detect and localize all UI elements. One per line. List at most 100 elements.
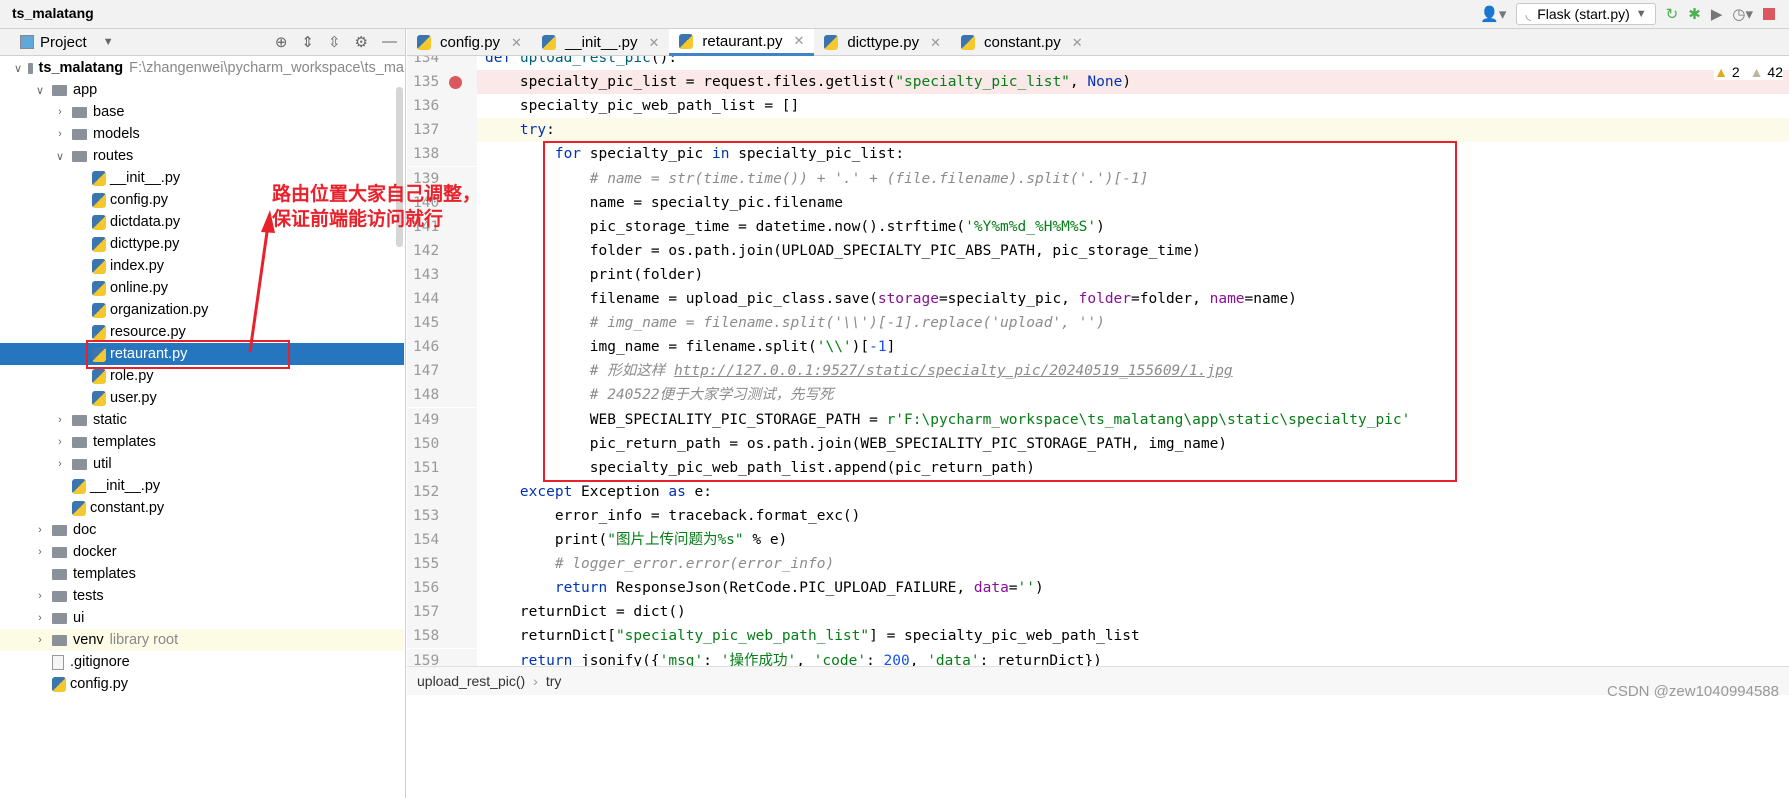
chevron-right-icon[interactable]: ›: [54, 458, 66, 470]
close-icon[interactable]: ✕: [793, 33, 804, 49]
tree-item[interactable]: › static: [0, 409, 404, 431]
user-icon[interactable]: 👤▾: [1480, 7, 1506, 22]
python-file-icon: [72, 500, 86, 516]
close-icon[interactable]: ✕: [930, 35, 941, 51]
code-token: # logger_error.error(error_info): [485, 556, 835, 573]
line-number[interactable]: 137: [407, 118, 477, 143]
code-line[interactable]: 134 def upload_rest_pic():: [407, 56, 1789, 70]
code-token: Exception: [581, 483, 669, 500]
annotation-arrow: [248, 210, 275, 353]
line-number[interactable]: 149: [407, 407, 477, 432]
close-icon[interactable]: ✕: [1072, 35, 1083, 51]
line-number[interactable]: 152: [407, 479, 477, 504]
tab-retaurantpy[interactable]: retaurant.py ✕: [669, 29, 815, 56]
line-number[interactable]: 144: [407, 287, 477, 311]
code-token: % e): [743, 532, 788, 548]
weak-warning-count[interactable]: ▲ 42: [1750, 64, 1783, 80]
tree-item[interactable]: templates: [0, 563, 404, 585]
python-file-icon: [541, 35, 556, 50]
inspection-widget[interactable]: ▲ 2 ▲ 42: [1714, 64, 1783, 80]
tree-item[interactable]: › ui: [0, 607, 404, 629]
chevron-right-icon[interactable]: ›: [34, 590, 46, 602]
line-number[interactable]: 156: [407, 576, 477, 601]
chevron-right-icon[interactable]: ›: [54, 414, 66, 426]
code-line[interactable]: 156 return ResponseJson(RetCode.PIC_UPLO…: [407, 576, 1789, 601]
tab-dicttypepy[interactable]: dicttype.py ✕: [814, 29, 951, 56]
line-number[interactable]: 145: [407, 311, 477, 336]
tree-item[interactable]: › doc: [0, 519, 404, 541]
code-token: 'data': [927, 652, 980, 667]
tab-constantpy[interactable]: constant.py ✕: [951, 29, 1093, 56]
stop-icon[interactable]: [1763, 8, 1775, 20]
code-line[interactable]: 136 specialty_pic_web_path_list = []: [407, 94, 1789, 119]
chevron-right-icon[interactable]: ›: [34, 524, 46, 536]
tree-item[interactable]: constant.py: [0, 497, 404, 519]
chevron-right-icon[interactable]: ›: [34, 634, 46, 646]
line-number[interactable]: 154: [407, 528, 477, 552]
line-number[interactable]: 142: [407, 238, 477, 263]
code-line[interactable]: 155 # logger_error.error(error_info): [407, 552, 1789, 577]
tree-item[interactable]: config.py: [0, 673, 404, 695]
line-number[interactable]: 138: [407, 142, 477, 167]
coverage-icon[interactable]: ▶: [1711, 7, 1723, 22]
tree-item[interactable]: › venv library root: [0, 629, 404, 651]
line-number[interactable]: 155: [407, 552, 477, 577]
breadcrumb-item[interactable]: upload_rest_pic(): [417, 673, 525, 689]
code-token: try: [485, 122, 547, 139]
tab-configpy[interactable]: config.py ✕: [407, 29, 532, 56]
tab-initpy[interactable]: __init__.py ✕: [532, 29, 669, 56]
debug-icon[interactable]: ✱: [1688, 7, 1701, 22]
code-line[interactable]: 153 error_info = traceback.format_exc(): [407, 503, 1789, 528]
code-token: specialty_pic_web_path_list = []: [485, 98, 800, 115]
chevron-right-icon[interactable]: ›: [34, 612, 46, 624]
tree-item[interactable]: .gitignore: [0, 651, 404, 673]
line-number[interactable]: 147: [407, 359, 477, 384]
tree-item[interactable]: › docker: [0, 541, 404, 563]
tree-item[interactable]: __init__.py: [0, 475, 404, 497]
close-icon[interactable]: ✕: [511, 35, 522, 51]
close-icon[interactable]: ✕: [649, 35, 660, 51]
code-token: returnDict[: [485, 628, 616, 645]
code-token: "图片上传问题为%s": [607, 532, 744, 548]
warning-count[interactable]: ▲ 2: [1714, 64, 1740, 80]
line-number[interactable]: 146: [407, 335, 477, 360]
rerun-icon[interactable]: ↻: [1666, 7, 1679, 22]
line-number[interactable]: 151: [407, 455, 477, 480]
line-number[interactable]: 148: [407, 383, 477, 408]
highlight-box: [543, 141, 1457, 482]
tab-label: constant.py: [984, 34, 1061, 51]
tree-item-label: __init__.py: [90, 478, 161, 494]
line-number[interactable]: 136: [407, 94, 477, 119]
breakpoint-icon[interactable]: [449, 76, 462, 90]
chevron-right-icon[interactable]: ›: [34, 546, 46, 558]
tab-label: config.py: [440, 34, 501, 51]
code-token: :: [703, 652, 721, 667]
chevron-right-icon[interactable]: ›: [54, 436, 66, 448]
code-line[interactable]: 154 print("图片上传问题为%s" % e): [407, 528, 1789, 552]
line-number[interactable]: 157: [407, 600, 477, 625]
code-line[interactable]: 135 specialty_pic_list = request.files.g…: [407, 70, 1789, 95]
tree-item[interactable]: › util: [0, 453, 404, 475]
code-line[interactable]: 152 except Exception as e:: [407, 479, 1789, 504]
tree-item[interactable]: › templates: [0, 431, 404, 453]
run-config-select[interactable]: ◟ Flask (start.py) ▼: [1516, 3, 1656, 25]
code-text: # logger_error.error(error_info): [485, 552, 834, 576]
line-number[interactable]: 159: [407, 648, 477, 666]
profile-icon[interactable]: ◷▾: [1732, 7, 1753, 22]
line-number[interactable]: 143: [407, 262, 477, 287]
line-number[interactable]: 134: [407, 56, 477, 70]
code-token: :: [546, 122, 555, 139]
tree-item[interactable]: › tests: [0, 585, 404, 607]
line-number[interactable]: 135: [407, 70, 477, 95]
code-line[interactable]: 159 return jsonify({'msg': '操作成功', 'code…: [407, 648, 1789, 667]
breadcrumb-item[interactable]: try: [546, 673, 562, 689]
file-icon: [52, 654, 64, 670]
code-line[interactable]: 158 returnDict["specialty_pic_web_path_l…: [407, 624, 1789, 649]
code-line[interactable]: 157 returnDict = dict(): [407, 600, 1789, 625]
line-number[interactable]: 153: [407, 503, 477, 528]
code-line[interactable]: 137 try:: [407, 118, 1789, 143]
python-file-icon: [52, 676, 66, 692]
line-number[interactable]: 158: [407, 624, 477, 649]
line-number[interactable]: 150: [407, 431, 477, 456]
tree-item-label: util: [93, 456, 112, 472]
